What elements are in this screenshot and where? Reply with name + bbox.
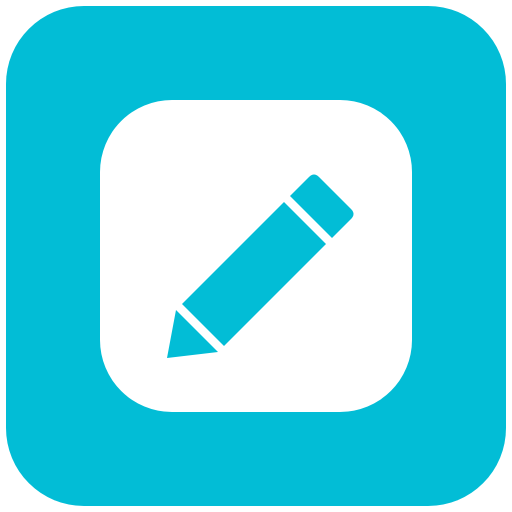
pencil-body [182, 202, 326, 346]
icon-canvas [0, 0, 512, 512]
pencil-icon [167, 174, 354, 358]
pencil-glyph [167, 174, 354, 358]
icon-tile [100, 100, 412, 412]
app-icon[interactable] [6, 6, 506, 506]
